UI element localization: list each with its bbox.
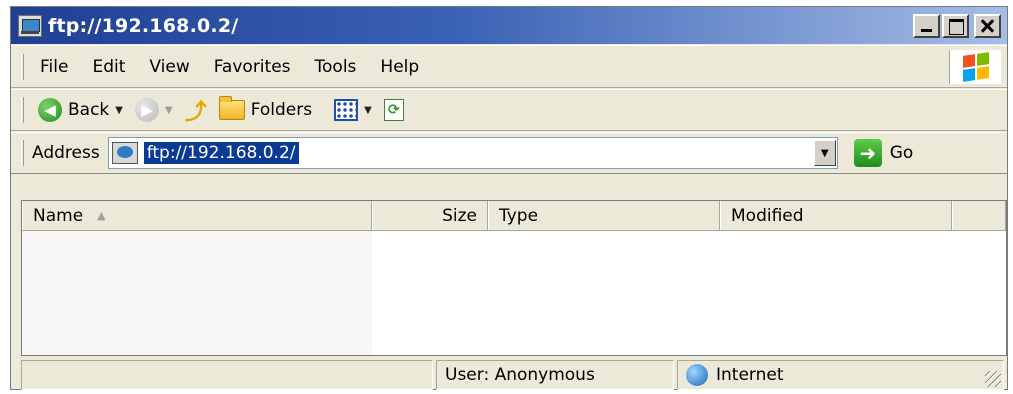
sorted-column-shade xyxy=(22,231,372,355)
up-folder-button[interactable]: ⤴ xyxy=(179,94,213,126)
resize-grip-icon[interactable] xyxy=(985,371,1001,387)
folder-icon xyxy=(218,96,245,120)
sort-ascending-icon: ▲ xyxy=(97,209,106,222)
menu-view[interactable]: View xyxy=(137,57,201,77)
column-headers: Name ▲ Size Type Modified xyxy=(22,201,1006,231)
maximize-button[interactable] xyxy=(942,14,969,38)
forward-dropdown-icon[interactable]: ▼ xyxy=(165,105,173,116)
menu-file[interactable]: File xyxy=(32,57,80,77)
go-label: Go xyxy=(889,143,914,163)
go-button[interactable]: ➜ Go xyxy=(853,139,914,167)
go-arrow-icon: ➜ xyxy=(853,139,882,167)
column-name-label: Name xyxy=(33,205,84,226)
windows-flag-icon xyxy=(962,52,989,82)
status-user-panel: User: Anonymous xyxy=(436,360,674,390)
back-dropdown-icon[interactable]: ▼ xyxy=(115,105,123,116)
standard-toolbar: ◀ Back ▼ ▶ ▼ ⤴ Folders ▼ ⟳ xyxy=(11,89,1007,131)
column-header-filler xyxy=(952,201,1006,230)
window-title: ftp://192.168.0.2/ xyxy=(48,14,239,37)
menu-edit[interactable]: Edit xyxy=(80,57,137,77)
ftp-site-icon xyxy=(111,142,138,164)
address-bar: Address ftp://192.168.0.2/ ▼ ➜ Go xyxy=(11,132,1007,174)
forward-arrow-icon: ▶ xyxy=(134,98,159,122)
menu-help[interactable]: Help xyxy=(368,57,431,77)
title-bar[interactable]: ftp://192.168.0.2/ xyxy=(11,7,1007,44)
column-header-name[interactable]: Name ▲ xyxy=(22,201,372,230)
column-size-label: Size xyxy=(442,205,477,226)
address-dropdown-icon[interactable]: ▼ xyxy=(813,140,836,166)
status-user-text: User: Anonymous xyxy=(445,365,595,385)
column-header-size[interactable]: Size xyxy=(372,201,488,230)
caption-buttons xyxy=(913,14,1001,38)
folders-button[interactable]: Folders xyxy=(213,96,318,120)
toolbar-grip[interactable] xyxy=(21,97,24,123)
forward-button[interactable]: ▶ ▼ xyxy=(129,98,179,122)
ftp-folder-icon[interactable] xyxy=(18,14,42,37)
menu-bar: File Edit View Favorites Tools Help xyxy=(11,45,1007,88)
file-list-view[interactable]: Name ▲ Size Type Modified xyxy=(21,200,1007,356)
folders-label: Folders xyxy=(250,100,313,120)
back-label: Back xyxy=(68,100,110,120)
close-button[interactable] xyxy=(974,14,1001,38)
status-zone-panel[interactable]: Internet xyxy=(677,360,1004,390)
menu-tools[interactable]: Tools xyxy=(303,57,369,77)
address-bar-grip[interactable] xyxy=(21,140,24,166)
explorer-window: ftp://192.168.0.2/ File Edit View Favori… xyxy=(10,6,1008,390)
internet-globe-icon xyxy=(686,364,708,386)
column-header-type[interactable]: Type xyxy=(488,201,720,230)
menu-bar-grip[interactable] xyxy=(21,53,24,80)
file-list-area[interactable] xyxy=(22,231,1006,355)
back-button[interactable]: ◀ Back ▼ xyxy=(32,98,129,122)
windows-logo xyxy=(949,50,1001,84)
sync-button[interactable]: ⟳ xyxy=(378,99,410,121)
column-modified-label: Modified xyxy=(731,205,804,226)
back-arrow-icon: ◀ xyxy=(38,98,62,122)
address-label: Address xyxy=(32,143,100,163)
column-header-modified[interactable]: Modified xyxy=(720,201,952,230)
sync-icon: ⟳ xyxy=(383,99,404,121)
address-input[interactable]: ftp://192.168.0.2/ ▼ xyxy=(107,137,838,169)
views-icon xyxy=(334,99,359,121)
column-type-label: Type xyxy=(499,205,539,226)
views-button[interactable]: ▼ xyxy=(328,99,378,121)
up-arrow-icon: ⤴ xyxy=(184,100,207,125)
menu-favorites[interactable]: Favorites xyxy=(202,57,303,77)
minimize-button[interactable] xyxy=(913,14,940,38)
status-bar: User: Anonymous Internet xyxy=(21,360,1007,390)
views-dropdown-icon[interactable]: ▼ xyxy=(364,105,372,116)
address-value[interactable]: ftp://192.168.0.2/ xyxy=(143,142,299,164)
status-main-panel xyxy=(21,360,433,390)
status-zone-text: Internet xyxy=(716,365,784,385)
